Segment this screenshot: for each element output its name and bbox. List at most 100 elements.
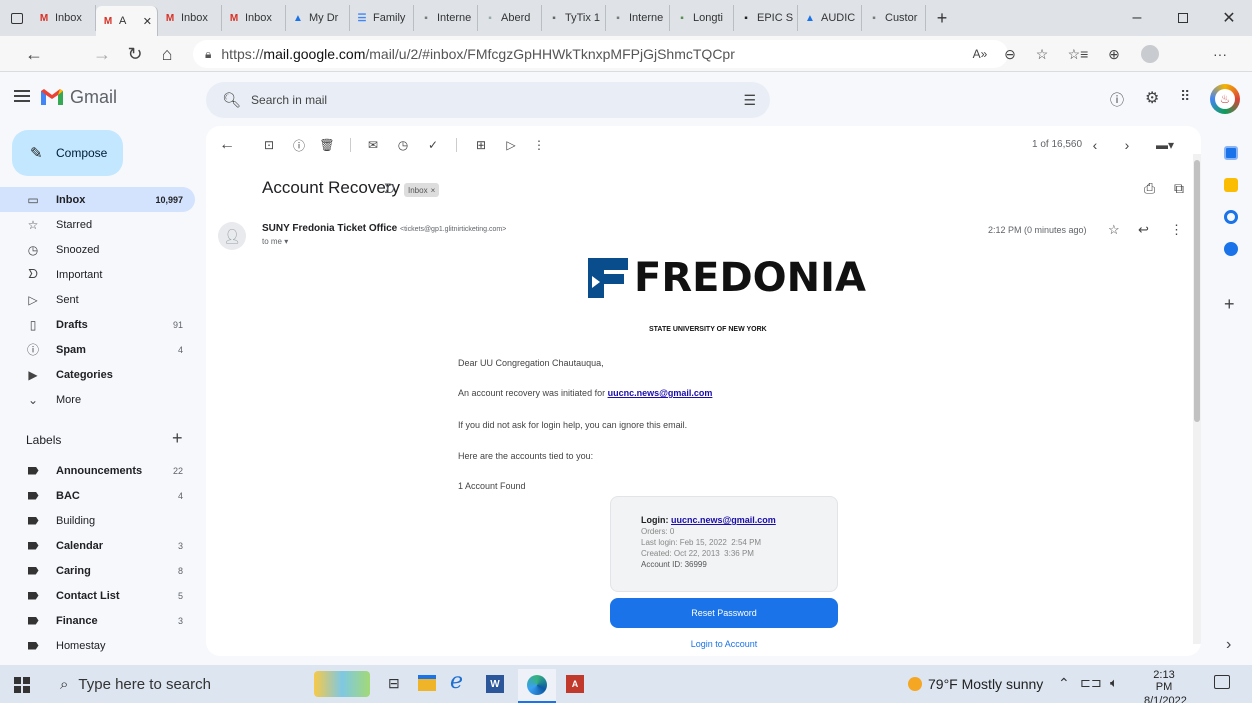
add-task-icon[interactable]: ✓ — [424, 136, 442, 154]
lock-icon[interactable]: 🔒︎ — [205, 47, 211, 62]
refresh-icon[interactable]: ↻ — [123, 42, 147, 66]
home-icon[interactable]: ⌂ — [155, 42, 179, 66]
search-icon[interactable]: 🔍︎ — [222, 91, 241, 109]
word-icon[interactable]: W — [486, 675, 504, 693]
input-tools-icon[interactable]: ▬▾ — [1150, 136, 1180, 154]
browser-tab[interactable]: ▪ Interne — [414, 5, 478, 31]
sidebar-item-starred[interactable]: ☆ Starred — [0, 212, 195, 237]
reply-icon[interactable]: ↩ — [1138, 222, 1149, 238]
sender-name[interactable]: SUNY Fredonia Ticket Office — [262, 223, 397, 234]
browser-tab[interactable]: ▲ My Dr — [286, 5, 350, 31]
search-input[interactable]: Search in mail — [251, 93, 327, 107]
inbox-label-chip[interactable]: Inbox × — [404, 183, 440, 197]
tasks-icon[interactable] — [1224, 210, 1238, 224]
browser-tab[interactable]: ☰ Family — [350, 5, 414, 31]
close-window-button[interactable]: ✕ — [1206, 0, 1252, 36]
help-icon[interactable]: ⓘ — [1110, 90, 1124, 110]
windows-start-icon[interactable] — [14, 677, 30, 693]
browser-tab[interactable]: ▪ Aberd — [478, 5, 542, 31]
volume-icon[interactable]: 🔈︎ — [1110, 675, 1118, 691]
recipient-details[interactable]: to me ▾ — [262, 237, 288, 246]
label-item-bac[interactable]: BAC 4 — [0, 483, 195, 508]
show-side-panel-icon[interactable]: › — [1226, 636, 1231, 654]
gmail-logo[interactable]: Gmail — [40, 84, 117, 110]
back-to-inbox-icon[interactable]: ← — [218, 136, 236, 154]
address-bar[interactable]: 🔒︎ https://mail.google.com/mail/u/2/#inb… — [193, 40, 1008, 68]
more-actions-icon[interactable]: ⋮ — [530, 136, 548, 154]
show-hidden-icons-icon[interactable]: ⌃ — [1058, 675, 1070, 692]
open-new-window-icon[interactable]: ⧉ — [1174, 180, 1184, 197]
calendar-icon[interactable] — [1224, 146, 1238, 160]
older-chevron-icon[interactable]: › — [1118, 136, 1136, 154]
star-icon[interactable]: ☆ — [1108, 222, 1120, 238]
read-aloud-icon[interactable]: A» — [968, 42, 992, 66]
widgets-icon[interactable] — [314, 671, 370, 697]
browser-tab[interactable]: M Inbox — [222, 5, 286, 31]
label-item-finance[interactable]: Finance 3 — [0, 608, 195, 633]
add-label-icon[interactable]: + — [172, 428, 183, 449]
scrollbar-track[interactable] — [1193, 154, 1201, 644]
network-icon[interactable]: ⊏⊐ — [1080, 675, 1102, 691]
favorites-list-icon[interactable]: ☆≡ — [1066, 42, 1090, 66]
profile-avatar[interactable] — [1138, 42, 1162, 66]
browser-tab[interactable]: ▪ Longti — [670, 5, 734, 31]
browser-tab[interactable]: ▪ Custor — [862, 5, 926, 31]
minimize-button[interactable]: – — [1114, 0, 1160, 36]
delete-icon[interactable]: 🗑︎ — [318, 136, 336, 154]
sidebar-item-inbox[interactable]: ▭ Inbox 10,997 — [0, 187, 195, 212]
more-options-icon[interactable]: ⋮ — [1170, 222, 1183, 238]
weather-text[interactable]: 79°F Mostly sunny — [928, 676, 1043, 692]
search-options-icon[interactable]: ☰ — [743, 92, 756, 109]
report-spam-icon[interactable]: ⓘ — [290, 136, 308, 154]
sidebar-item-spam[interactable]: ⓘ Spam 4 — [0, 337, 195, 362]
favorite-icon[interactable]: ☆ — [1030, 42, 1054, 66]
label-item-contact-list[interactable]: Contact List 5 — [0, 583, 195, 608]
browser-tab[interactable]: M A ✕ — [96, 6, 158, 36]
important-marker-icon[interactable]: ᗤ — [384, 181, 395, 197]
compose-button[interactable]: ✎ Compose — [12, 130, 123, 176]
keep-icon[interactable] — [1224, 178, 1238, 192]
label-item-calendar[interactable]: Calendar 3 — [0, 533, 195, 558]
clock[interactable]: 2:13 PM 8/1/2022 — [1144, 669, 1187, 703]
access-icon[interactable]: A — [566, 675, 584, 693]
remove-label-icon[interactable]: × — [431, 186, 436, 195]
scrollbar-thumb[interactable] — [1194, 160, 1200, 422]
collections-icon[interactable]: ⊕ — [1102, 42, 1126, 66]
newer-chevron-icon[interactable]: ‹ — [1086, 136, 1104, 154]
notifications-icon[interactable] — [1214, 675, 1230, 689]
sidebar-item-important[interactable]: ᗤ Important — [0, 262, 195, 287]
archive-icon[interactable]: ⊡ — [260, 136, 278, 154]
recovery-email-link[interactable]: uucnc.news@gmail.com — [608, 388, 713, 398]
browser-tab[interactable]: ▪ EPIC S — [734, 5, 798, 31]
sidebar-item-drafts[interactable]: ▯ Drafts 91 — [0, 312, 195, 337]
browser-tab[interactable]: M Inbox — [158, 5, 222, 31]
settings-more-icon[interactable]: ··· — [1208, 42, 1232, 66]
add-addons-icon[interactable]: + — [1224, 294, 1235, 315]
sender-avatar[interactable]: 👤︎ — [218, 222, 246, 250]
apps-grid-icon[interactable]: ⠿ — [1180, 88, 1190, 105]
card-login-email-link[interactable]: uucnc.news@gmail.com — [671, 515, 776, 525]
account-avatar[interactable]: ♨ — [1210, 84, 1240, 114]
label-item-homestay[interactable]: Homestay — [0, 633, 195, 658]
sidebar-item-snoozed[interactable]: ◷ Snoozed — [0, 237, 195, 262]
close-tab-icon[interactable]: ✕ — [143, 15, 152, 28]
browser-tab[interactable]: ▪ Interne — [606, 5, 670, 31]
task-view-icon[interactable]: ⊟ — [388, 675, 400, 692]
internet-explorer-icon[interactable]: e — [450, 669, 463, 694]
contacts-icon[interactable] — [1224, 242, 1238, 256]
label-item-announcements[interactable]: Announcements 22 — [0, 458, 195, 483]
taskbar-search[interactable]: ⌕ Type here to search — [48, 669, 298, 699]
main-menu-icon[interactable] — [14, 88, 30, 104]
browser-tab[interactable]: M Inbox — [32, 5, 96, 31]
browser-tab[interactable]: ▪ TyTix 1 — [542, 5, 606, 31]
snooze-icon[interactable]: ◷ — [394, 136, 412, 154]
search-bar[interactable]: 🔍︎ Search in mail ☰ — [206, 82, 770, 118]
label-as-icon[interactable]: ▷ — [502, 136, 520, 154]
file-explorer-icon[interactable] — [418, 675, 436, 691]
tab-actions-icon[interactable] — [6, 5, 28, 31]
browser-tab[interactable]: ▲ AUDIC — [798, 5, 862, 31]
reset-password-button[interactable]: Reset Password — [610, 598, 838, 628]
mark-unread-icon[interactable]: ✉ — [364, 136, 382, 154]
sidebar-item-categories[interactable]: ▶ Categories — [0, 362, 195, 387]
login-to-account-link[interactable]: Login to Account — [610, 639, 838, 649]
